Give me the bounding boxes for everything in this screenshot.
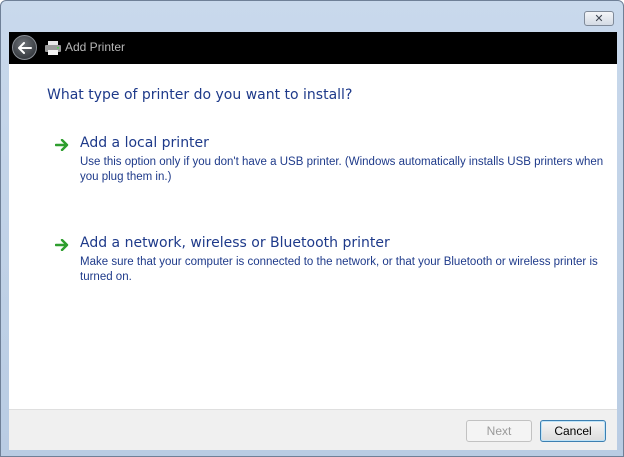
header-title: Add Printer [65,40,126,54]
green-arrow-icon [55,239,69,251]
close-icon: ✕ [594,12,604,25]
add-printer-window: ✕ Add Printer What type of printer do yo… [0,0,624,457]
page-title: What type of printer do you want to inst… [47,87,353,103]
back-arrow-icon [17,41,32,54]
printer-icon [45,41,61,55]
option-title: Add a network, wireless or Bluetooth pri… [80,235,390,251]
back-button[interactable] [12,35,37,60]
cancel-button[interactable]: Cancel [540,420,606,442]
close-button[interactable]: ✕ [584,11,614,26]
option-title: Add a local printer [80,135,209,151]
wizard-footer: Next Cancel [9,409,617,450]
wizard-content: What type of printer do you want to inst… [9,64,617,409]
option-description: Make sure that your computer is connecte… [80,256,598,283]
green-arrow-icon [55,139,69,151]
wizard-header: Add Printer [9,32,617,64]
next-button[interactable]: Next [466,420,532,442]
option-description: Use this option only if you don't have a… [80,156,604,183]
